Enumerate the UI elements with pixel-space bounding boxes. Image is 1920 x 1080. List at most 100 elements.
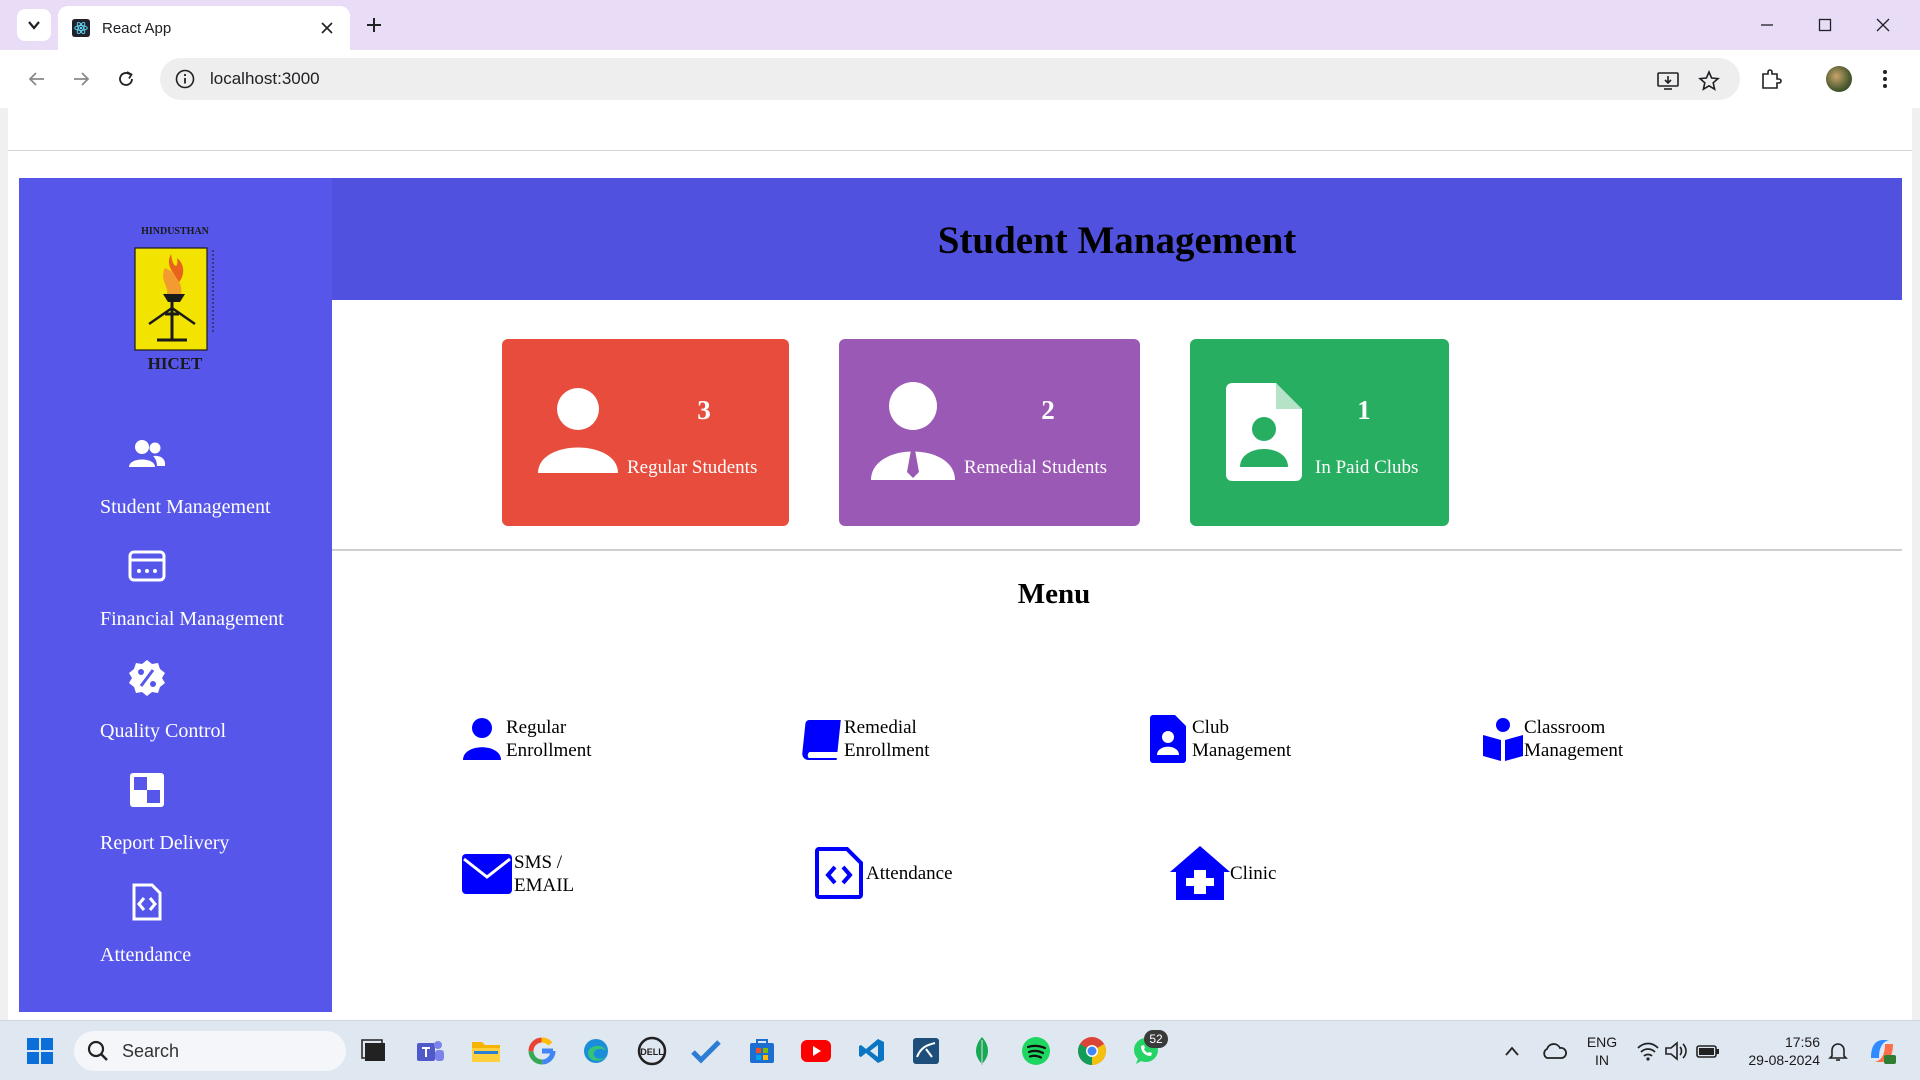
workbench-icon	[913, 1038, 939, 1064]
reload-icon	[119, 71, 133, 86]
sidebar-item-quality-control[interactable]: Quality Control	[19, 658, 332, 770]
stat-card-paid-clubs[interactable]: 1 In Paid Clubs	[1190, 339, 1449, 526]
sidebar-item-student-management[interactable]: Student Management	[19, 434, 332, 546]
mongodb-app[interactable]	[966, 1035, 998, 1067]
sidebar-item-attendance[interactable]: Attendance	[19, 882, 332, 994]
viewport-divider	[8, 150, 1912, 151]
tab-title: React App	[102, 19, 172, 37]
menu-item-label-line1: Attendance	[866, 862, 953, 884]
youtube-icon	[801, 1040, 831, 1062]
sidebar-item-financial-management[interactable]: Financial Management	[19, 546, 332, 658]
reload-button[interactable]	[112, 65, 140, 93]
tab-search-button[interactable]	[17, 9, 51, 41]
stat-label: Regular Students	[627, 457, 758, 478]
sidebar: HINDUSTHAN HICET Student Management Fina…	[19, 178, 332, 1012]
stat-card-regular-students[interactable]: 3 Regular Students	[502, 339, 789, 526]
menu-item-label-line1: SMS /	[514, 852, 563, 873]
menu-item-classroom-management[interactable]: Classroom Management	[1482, 716, 1623, 762]
teams-app[interactable]	[414, 1035, 446, 1067]
sidebar-item-label: Attendance	[100, 944, 192, 966]
copilot-button[interactable]	[1866, 1035, 1898, 1067]
browser-tab-active[interactable]: React App	[58, 6, 350, 50]
menu-item-label-line1: Club	[1192, 717, 1229, 738]
address-bar[interactable]: localhost:3000	[160, 58, 1740, 100]
book-reader-icon	[1482, 716, 1524, 762]
new-tab-button[interactable]	[362, 13, 386, 37]
extensions-button[interactable]	[1758, 66, 1784, 92]
chrome-icon	[1078, 1037, 1106, 1065]
clock[interactable]: 17:56 29-08-2024	[1748, 1033, 1820, 1069]
sidebar-item-label: Financial Management	[100, 608, 284, 630]
language-code: ENG	[1586, 1034, 1618, 1050]
search-icon	[87, 1040, 108, 1061]
dell-app[interactable]: DELL	[636, 1035, 668, 1067]
onedrive-tray[interactable]	[1538, 1035, 1570, 1067]
chrome-app[interactable]	[1076, 1035, 1108, 1067]
plus-icon	[367, 18, 381, 32]
menu-item-clinic[interactable]: Clinic	[1168, 844, 1276, 902]
edge-app[interactable]	[580, 1035, 612, 1067]
edge-icon	[584, 1039, 608, 1063]
arrow-left-icon	[28, 72, 44, 86]
tray-overflow-button[interactable]	[1496, 1035, 1528, 1067]
store-app[interactable]	[746, 1035, 778, 1067]
menu-item-remedial-enrollment[interactable]: Remedial Enrollment	[800, 716, 929, 762]
stat-card-remedial-students[interactable]: 2 Remedial Students	[839, 339, 1140, 526]
bookmark-button[interactable]	[1697, 69, 1721, 93]
page-title: Student Management	[937, 218, 1297, 262]
arrow-right-icon	[74, 72, 90, 86]
install-app-button[interactable]	[1656, 69, 1680, 93]
menu-item-regular-enrollment[interactable]: Regular Enrollment	[460, 716, 591, 762]
spotify-icon	[1022, 1037, 1050, 1065]
sidebar-item-label: Student Management	[100, 496, 271, 518]
google-icon	[528, 1037, 556, 1065]
store-icon	[750, 1039, 774, 1063]
browser-tab-strip: React App	[0, 0, 1920, 50]
url-text: localhost:3000	[210, 69, 320, 88]
todo-app[interactable]	[690, 1035, 722, 1067]
forward-button[interactable]	[67, 65, 95, 93]
language-indicator[interactable]: ENG IN	[1582, 1033, 1622, 1069]
google-app[interactable]	[526, 1035, 558, 1067]
window-close-button[interactable]	[1870, 12, 1896, 38]
profile-avatar[interactable]	[1826, 66, 1852, 92]
cloud-icon	[1543, 1043, 1567, 1059]
site-info-icon[interactable]	[174, 68, 196, 90]
search-placeholder: Search	[122, 1040, 180, 1061]
maximize-button[interactable]	[1812, 12, 1838, 38]
spotify-app[interactable]	[1020, 1035, 1052, 1067]
menu-item-attendance[interactable]: Attendance	[812, 846, 953, 900]
notifications-tray[interactable]	[1822, 1035, 1854, 1067]
mysql-workbench-app[interactable]	[910, 1035, 942, 1067]
house-medical-icon	[1168, 844, 1232, 902]
file-code-icon	[812, 846, 866, 900]
window-right-edge	[1912, 108, 1920, 1020]
leaf-icon	[976, 1037, 988, 1065]
volume-tray[interactable]	[1660, 1035, 1692, 1067]
file-explorer-app[interactable]	[470, 1035, 502, 1067]
chevron-up-icon	[1505, 1046, 1519, 1056]
browser-toolbar: localhost:3000	[0, 50, 1920, 108]
more-vert-icon	[1883, 70, 1887, 88]
tab-close-button[interactable]	[318, 19, 336, 37]
taskbar-search[interactable]: Search	[74, 1031, 346, 1071]
chrome-menu-button[interactable]	[1872, 66, 1898, 92]
menu-item-label-line2: Management	[1192, 740, 1292, 761]
task-view-button[interactable]	[358, 1035, 390, 1067]
start-button[interactable]	[24, 1035, 56, 1067]
menu-item-club-management[interactable]: Club Management	[1146, 713, 1291, 765]
stat-count: 3	[697, 395, 711, 425]
whatsapp-unread-badge: 52	[1144, 1030, 1168, 1048]
speaker-icon	[1665, 1041, 1687, 1061]
users-icon	[127, 434, 167, 474]
sidebar-item-report-delivery[interactable]: Report Delivery	[19, 770, 332, 882]
menu-item-sms-email[interactable]: SMS / EMAIL	[460, 851, 574, 897]
bell-icon	[1828, 1043, 1848, 1061]
user-icon	[536, 387, 620, 480]
back-button[interactable]	[23, 65, 51, 93]
user-tie-icon	[869, 382, 957, 487]
minimize-button[interactable]	[1754, 12, 1780, 38]
youtube-app[interactable]	[800, 1035, 832, 1067]
vscode-app[interactable]	[856, 1035, 888, 1067]
battery-tray[interactable]	[1692, 1035, 1724, 1067]
